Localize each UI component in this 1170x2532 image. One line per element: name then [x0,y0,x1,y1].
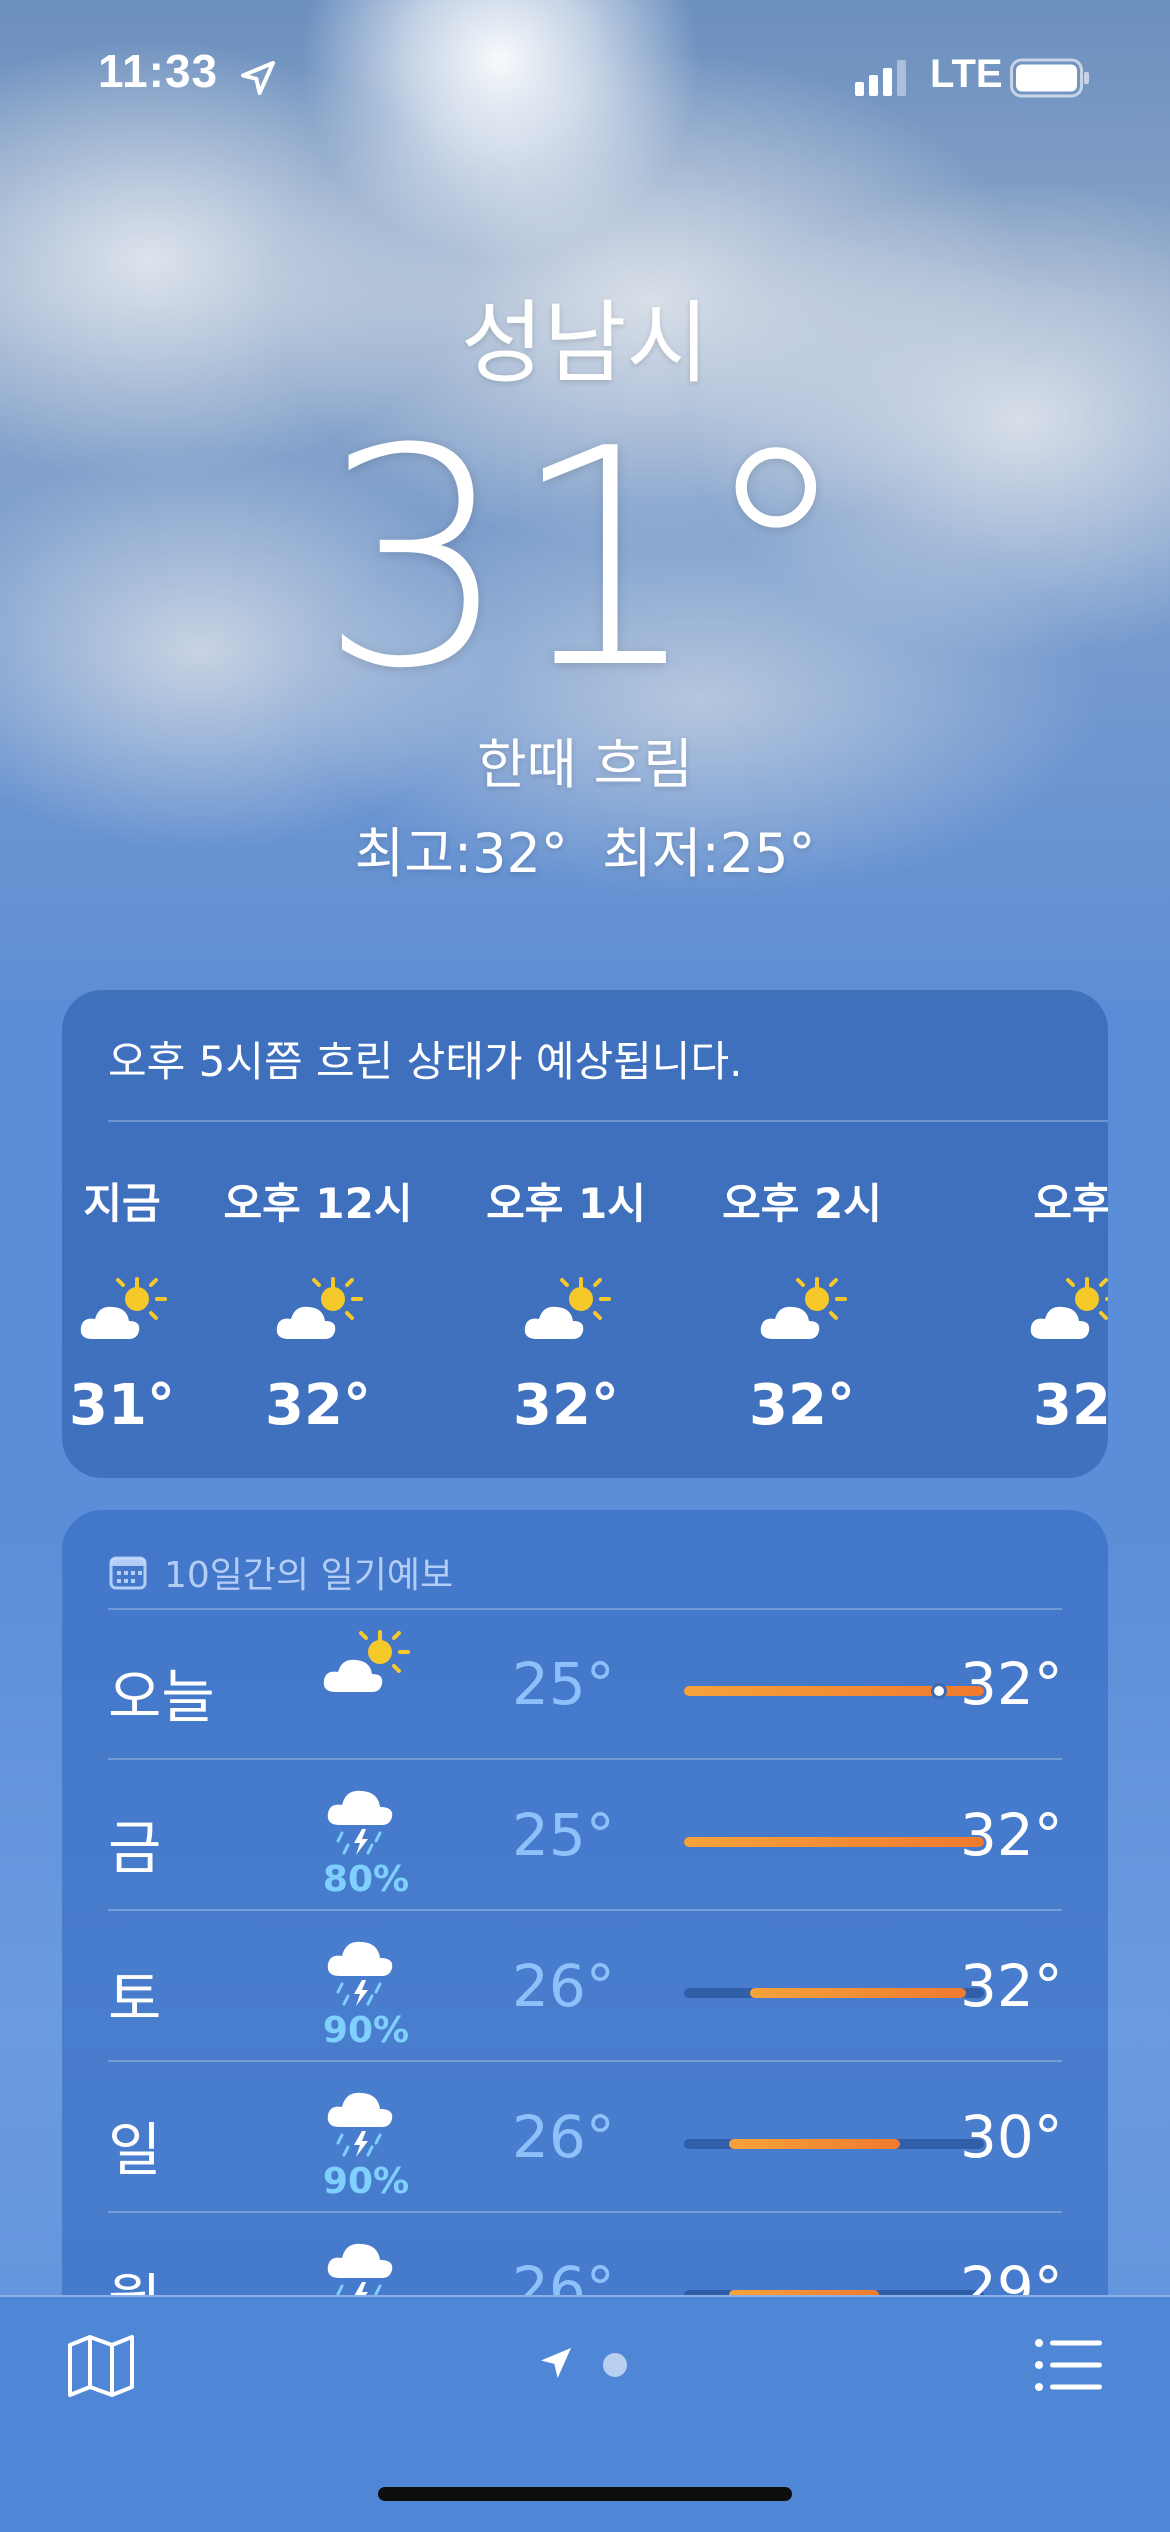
list-icon[interactable] [1034,2337,1104,2393]
daily-row[interactable]: 토 90% 26° 32° [108,1912,1063,2062]
divider [108,2060,1062,2062]
partly-sunny-icon [1027,1275,1108,1345]
day-name: 오늘 [108,1663,215,1731]
current-temperature: 31° [319,385,851,734]
precip-chance: 90% [322,2010,410,2051]
low-temp: 26° [512,1952,615,2020]
hour-column: 오후 32 [972,1170,1108,1438]
network-type: LTE [930,52,1003,96]
hourly-forecast-card[interactable]: 오후 5시쯤 흐린 상태가 예상됩니다. 지금 31° 오후 12시 32° 오후 1시… [62,990,1108,1478]
daily-row[interactable]: 일 90% 26° 30° [108,2063,1063,2213]
thunderstorm-icon [320,2081,410,2161]
temp-range-fill [750,1988,966,1998]
day-name: 금 [108,1814,162,1882]
home-indicator [378,2487,792,2501]
hour-temp: 32 [1033,1373,1108,1438]
low-temp: 25° [512,1801,615,1869]
partly-sunny-icon [77,1275,167,1345]
hour-temp: 32° [265,1373,371,1438]
high-low-text: 최고:32° 최저:25° [354,822,816,885]
thunderstorm-icon [320,1930,410,2010]
divider [108,1909,1062,1911]
current-weather: 성남시 31° 한때 흐림 최고:32° 최저:25° [0,270,1170,888]
divider [108,1758,1062,1760]
divider [108,1120,1108,1122]
temp-range-fill [684,1837,984,1847]
hour-temp: 31° [69,1373,175,1438]
low-temp: 25° [512,1650,615,1718]
hour-column: 오후 1시 32° [466,1170,666,1438]
daily-forecast-card[interactable]: 10일간의 일기예보 오늘 25° 32° 금 80% 25° 32° 토 90% 26° 32° 일… [62,1510,1108,2430]
partly-sunny-icon [320,1628,410,1708]
high-temp: 32° [960,1801,1063,1869]
hourly-summary: 오후 5시쯤 흐린 상태가 예상됩니다. [108,1037,743,1086]
daily-header-label: 10일간의 일기예보 [164,1555,454,1596]
temp-range-bar [684,1988,984,1998]
partly-sunny-icon [757,1275,847,1345]
day-name: 일 [108,2116,162,2184]
map-icon[interactable] [66,2333,136,2399]
hour-temp: 32° [513,1373,619,1438]
hour-label: 지금 [83,1179,161,1228]
calendar-icon [109,1556,147,1590]
divider [108,2211,1062,2213]
hour-column: 오후 12시 32° [218,1170,418,1438]
hour-label: 오후 [1033,1179,1108,1228]
high-temp: 32° [960,1650,1063,1718]
thunderstorm-icon [320,1779,410,1859]
status-bar: 11:33 LTE [0,0,1170,140]
bottom-toolbar [0,2295,1170,2532]
temp-range-bar [684,2139,984,2149]
hour-label: 오후 1시 [486,1179,646,1228]
hour-column: 지금 31° [62,1170,222,1438]
signal-icon [855,60,906,96]
city-name: 성남시 [460,291,710,396]
day-name: 토 [108,1965,162,2033]
hour-label: 오후 2시 [722,1179,882,1228]
temp-range-bar [684,1683,984,1699]
partly-sunny-icon [273,1275,363,1345]
high-temp: 30° [960,2103,1063,2171]
condition-text: 한때 흐림 [477,733,693,796]
temp-range-bar [684,1837,984,1847]
current-temp-marker [931,1683,947,1699]
daily-row[interactable]: 금 80% 25° 32° [108,1761,1063,1911]
location-arrow-icon [241,61,275,95]
hour-temp: 32° [749,1373,855,1438]
precip-chance: 80% [322,1859,410,1900]
partly-sunny-icon [521,1275,611,1345]
page-indicator-dot[interactable] [603,2353,627,2377]
daily-header: 10일간의 일기예보 [108,1546,453,1598]
status-time: 11:33 [98,45,219,97]
hour-label: 오후 12시 [223,1179,413,1228]
daily-row[interactable]: 오늘 25° 32° [108,1610,1063,1760]
low-temp: 26° [512,2103,615,2171]
current-location-icon[interactable] [536,2343,576,2383]
high-temp: 32° [960,1952,1063,2020]
temp-range-fill [729,2139,900,2149]
battery-icon [1010,58,1089,98]
hour-column: 오후 2시 32° [702,1170,902,1438]
precip-chance: 90% [322,2161,410,2202]
